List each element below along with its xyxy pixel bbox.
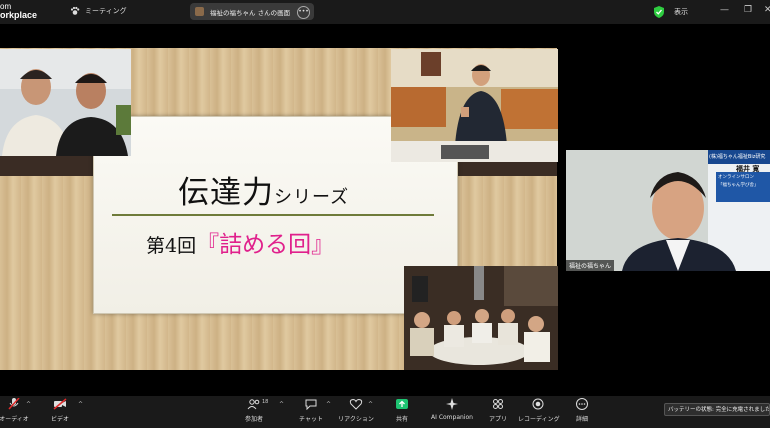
slide-episode: 第4回	[146, 235, 197, 257]
sparkle-icon	[446, 398, 458, 410]
video-button[interactable]: ビデオ	[40, 398, 80, 423]
participant-video-tile[interactable]: (株)福ちゃん福祉Biz研究 オンラインサロン 「福ちゃん学び舎」 福井 寛 福…	[566, 150, 770, 271]
close-icon[interactable]: ✕	[764, 5, 770, 15]
photo-two-men	[0, 49, 131, 156]
more-button[interactable]: 詳細	[562, 398, 602, 423]
view-menu[interactable]: 表示	[674, 7, 688, 17]
reactions-label: リアクション	[338, 416, 374, 423]
apps-label: アプリ	[488, 416, 507, 423]
participants-options-caret[interactable]: ^	[279, 401, 284, 408]
share-label: 共有	[395, 416, 408, 423]
banner-name: 福井 寛	[736, 165, 760, 173]
battery-tooltip: バッテリーの状態: 完全に充電されました 10	[664, 403, 770, 416]
chat-options-caret[interactable]: ^	[326, 401, 331, 408]
participants-label: 参加者	[244, 416, 263, 423]
paw-icon	[70, 6, 80, 15]
participants-count-badge: 18	[262, 399, 269, 405]
more-icon	[576, 398, 588, 410]
meeting-label: ミーティング	[85, 7, 127, 15]
more-options-icon[interactable]: •••	[297, 6, 310, 19]
photo-two-men-image	[0, 49, 131, 156]
sharer-avatar	[195, 7, 204, 16]
share-button[interactable]: 共有	[382, 398, 422, 423]
photo-man-office	[391, 49, 558, 162]
audio-options-caret[interactable]: ^	[26, 401, 31, 408]
screen-share-indicator[interactable]: 福祉の福ちゃん さんの画面 •••	[190, 3, 314, 20]
apps-icon	[493, 399, 503, 409]
ai-companion-button[interactable]: AI Companion	[426, 398, 478, 421]
banner-salon: オンラインサロン	[718, 175, 754, 180]
brand-line-2: orkplace	[0, 10, 38, 20]
video-label: ビデオ	[50, 416, 69, 423]
record-button[interactable]: レコーディング	[518, 398, 560, 423]
reactions-options-caret[interactable]: ^	[368, 401, 373, 408]
share-screen-icon	[396, 399, 408, 409]
video-off-icon	[53, 398, 67, 410]
chat-icon	[305, 399, 317, 411]
slide-divider	[112, 214, 434, 216]
slide-title-main: 伝達力	[178, 175, 274, 211]
chat-button[interactable]: チャット	[291, 398, 331, 423]
participant-name: 福祉の福ちゃん	[566, 260, 615, 271]
participants-icon	[247, 399, 260, 410]
view-label: 表示	[674, 8, 688, 16]
photo-group	[404, 266, 558, 370]
slide-title-suffix: シリーズ	[274, 187, 350, 208]
share-text: 福祉の福ちゃん さんの画面	[210, 8, 291, 17]
ai-companion-label: AI Companion	[431, 414, 473, 421]
photo-group-image	[404, 266, 558, 370]
slide-title: 伝達力シリーズ	[178, 167, 349, 212]
shield-icon[interactable]	[654, 6, 664, 18]
chat-label: チャット	[299, 416, 323, 423]
slide-episode-title: 『詰める回』	[196, 232, 335, 258]
muted-mic-icon	[8, 397, 20, 410]
banner-company: (株)福ちゃん福祉Biz研究	[709, 154, 766, 160]
photo-man-office-image	[391, 49, 558, 162]
heart-icon	[349, 398, 363, 410]
slide-subtitle: 第4回『詰める回』	[146, 225, 334, 259]
top-bar: om orkplace ミーティング 福祉の福ちゃん さんの画面 ••• 表示 …	[0, 0, 770, 24]
meeting-controls: オーディオ ^ ビデオ ^ 参加者 18 ^ チャット ^ リアクション ^ 共…	[0, 396, 770, 428]
video-options-caret[interactable]: ^	[78, 401, 83, 408]
app-logo: om orkplace	[0, 2, 37, 20]
apps-button[interactable]: アプリ	[478, 398, 518, 423]
restore-icon[interactable]: ❐	[744, 5, 752, 15]
meeting-menu[interactable]: ミーティング	[70, 6, 127, 16]
record-icon	[532, 398, 544, 410]
record-label: レコーディング	[518, 416, 560, 423]
minimize-icon[interactable]: —	[720, 5, 729, 15]
banner-school: 「福ちゃん学び舎」	[718, 183, 759, 188]
more-label: 詳細	[575, 416, 588, 423]
audio-label: オーディオ	[0, 416, 29, 423]
